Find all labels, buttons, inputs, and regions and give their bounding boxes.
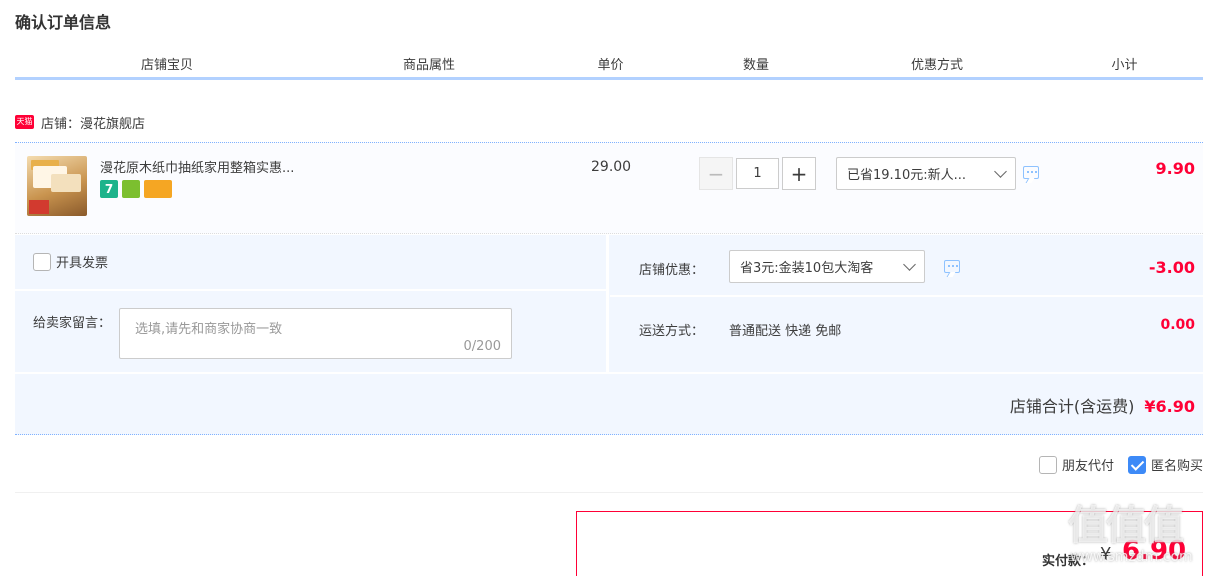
- product-title-link[interactable]: 漫花原木纸巾抽纸家用整箱实惠...: [100, 157, 294, 176]
- watermark-url: www.smzdm.com: [1070, 549, 1193, 565]
- col-header-price: 单价: [539, 55, 684, 77]
- divider: [15, 492, 1203, 493]
- col-header-discount: 优惠方式: [830, 55, 1046, 77]
- tmall-logo-icon: 天猫: [15, 115, 34, 129]
- shop-discount-label: 店铺优惠：: [639, 263, 705, 278]
- shop-total: 店铺合计(含运费) ¥6.90: [1010, 393, 1195, 417]
- column-header: 店铺宝贝 商品属性 单价 数量 优惠方式 小计: [15, 55, 1203, 80]
- col-header-item: 店铺宝贝: [15, 55, 321, 77]
- shop-discount-value: 省3元:金装10包大淘客: [740, 261, 874, 276]
- shop-row: 天猫 店铺：漫花旗舰店: [15, 112, 145, 132]
- item-subtotal: 9.90: [1155, 159, 1195, 178]
- watermark: 值值值: [1068, 503, 1184, 549]
- chevron-down-icon: [903, 258, 916, 271]
- product-thumbnail[interactable]: [27, 156, 87, 216]
- invoice-label: 开具发票: [56, 256, 109, 271]
- anonymous-checkbox[interactable]: [1127, 455, 1146, 474]
- anonymous-option[interactable]: 匿名购买: [1127, 455, 1203, 474]
- friend-pay-option[interactable]: 朋友代付: [1038, 455, 1114, 474]
- message-label: 给卖家留言：: [33, 316, 112, 331]
- order-item-row: 漫花原木纸巾抽纸家用整箱实惠... 7 29.00 − + 已省19.10元:新…: [15, 142, 1203, 234]
- shop-discount-select[interactable]: 省3元:金装10包大淘客: [729, 250, 925, 283]
- qty-minus-button[interactable]: −: [699, 157, 733, 190]
- friend-pay-label: 朋友代付: [1061, 459, 1114, 474]
- credit-card-icon[interactable]: [144, 180, 172, 198]
- shop-total-label: 店铺合计(含运费): [1009, 397, 1135, 416]
- qty-plus-button[interactable]: +: [782, 157, 816, 190]
- discount-select[interactable]: 已省19.10元:新人...: [836, 157, 1016, 190]
- message-textarea[interactable]: 选填,请先和商家协商一致 0/200: [119, 308, 512, 359]
- page-title: 确认订单信息: [15, 13, 112, 32]
- discount-select-value: 已省19.10元:新人...: [847, 168, 966, 183]
- shipping-label: 运送方式：: [639, 324, 705, 339]
- seven-day-return-icon[interactable]: 7: [100, 180, 118, 198]
- invoice-option[interactable]: 开具发票: [33, 252, 108, 271]
- guarantee-icon[interactable]: [122, 180, 140, 198]
- shop-total-value: ¥6.90: [1144, 397, 1195, 416]
- shop-discount-amount: -3.00: [1148, 258, 1195, 277]
- shipping-amount: 0.00: [1160, 317, 1195, 333]
- quantity-stepper: − +: [699, 157, 816, 190]
- invoice-checkbox[interactable]: [33, 252, 51, 271]
- anonymous-label: 匿名购买: [1150, 459, 1203, 474]
- qty-input[interactable]: [736, 158, 779, 189]
- shop-name-link[interactable]: 店铺：漫花旗舰店: [41, 113, 145, 132]
- message-placeholder: 选填,请先和商家协商一致: [135, 322, 283, 337]
- chat-icon[interactable]: [944, 260, 960, 273]
- order-extras-panel: 开具发票 给卖家留言： 选填,请先和商家协商一致 0/200 店铺优惠： 省3元…: [15, 235, 1203, 435]
- service-icons: 7: [100, 180, 172, 198]
- purchase-options: 朋友代付 匿名购买: [1038, 455, 1203, 474]
- col-header-qty: 数量: [684, 55, 830, 77]
- col-header-subtotal: 小计: [1111, 58, 1138, 73]
- chat-icon[interactable]: [1023, 166, 1039, 179]
- chevron-down-icon: [994, 165, 1007, 178]
- unit-price: 29.00: [591, 159, 632, 175]
- col-header-attr: 商品属性: [321, 55, 539, 77]
- shipping-value: 普通配送 快递 免邮: [729, 324, 842, 339]
- message-counter: 0/200: [463, 339, 501, 354]
- friend-pay-checkbox[interactable]: [1038, 455, 1057, 474]
